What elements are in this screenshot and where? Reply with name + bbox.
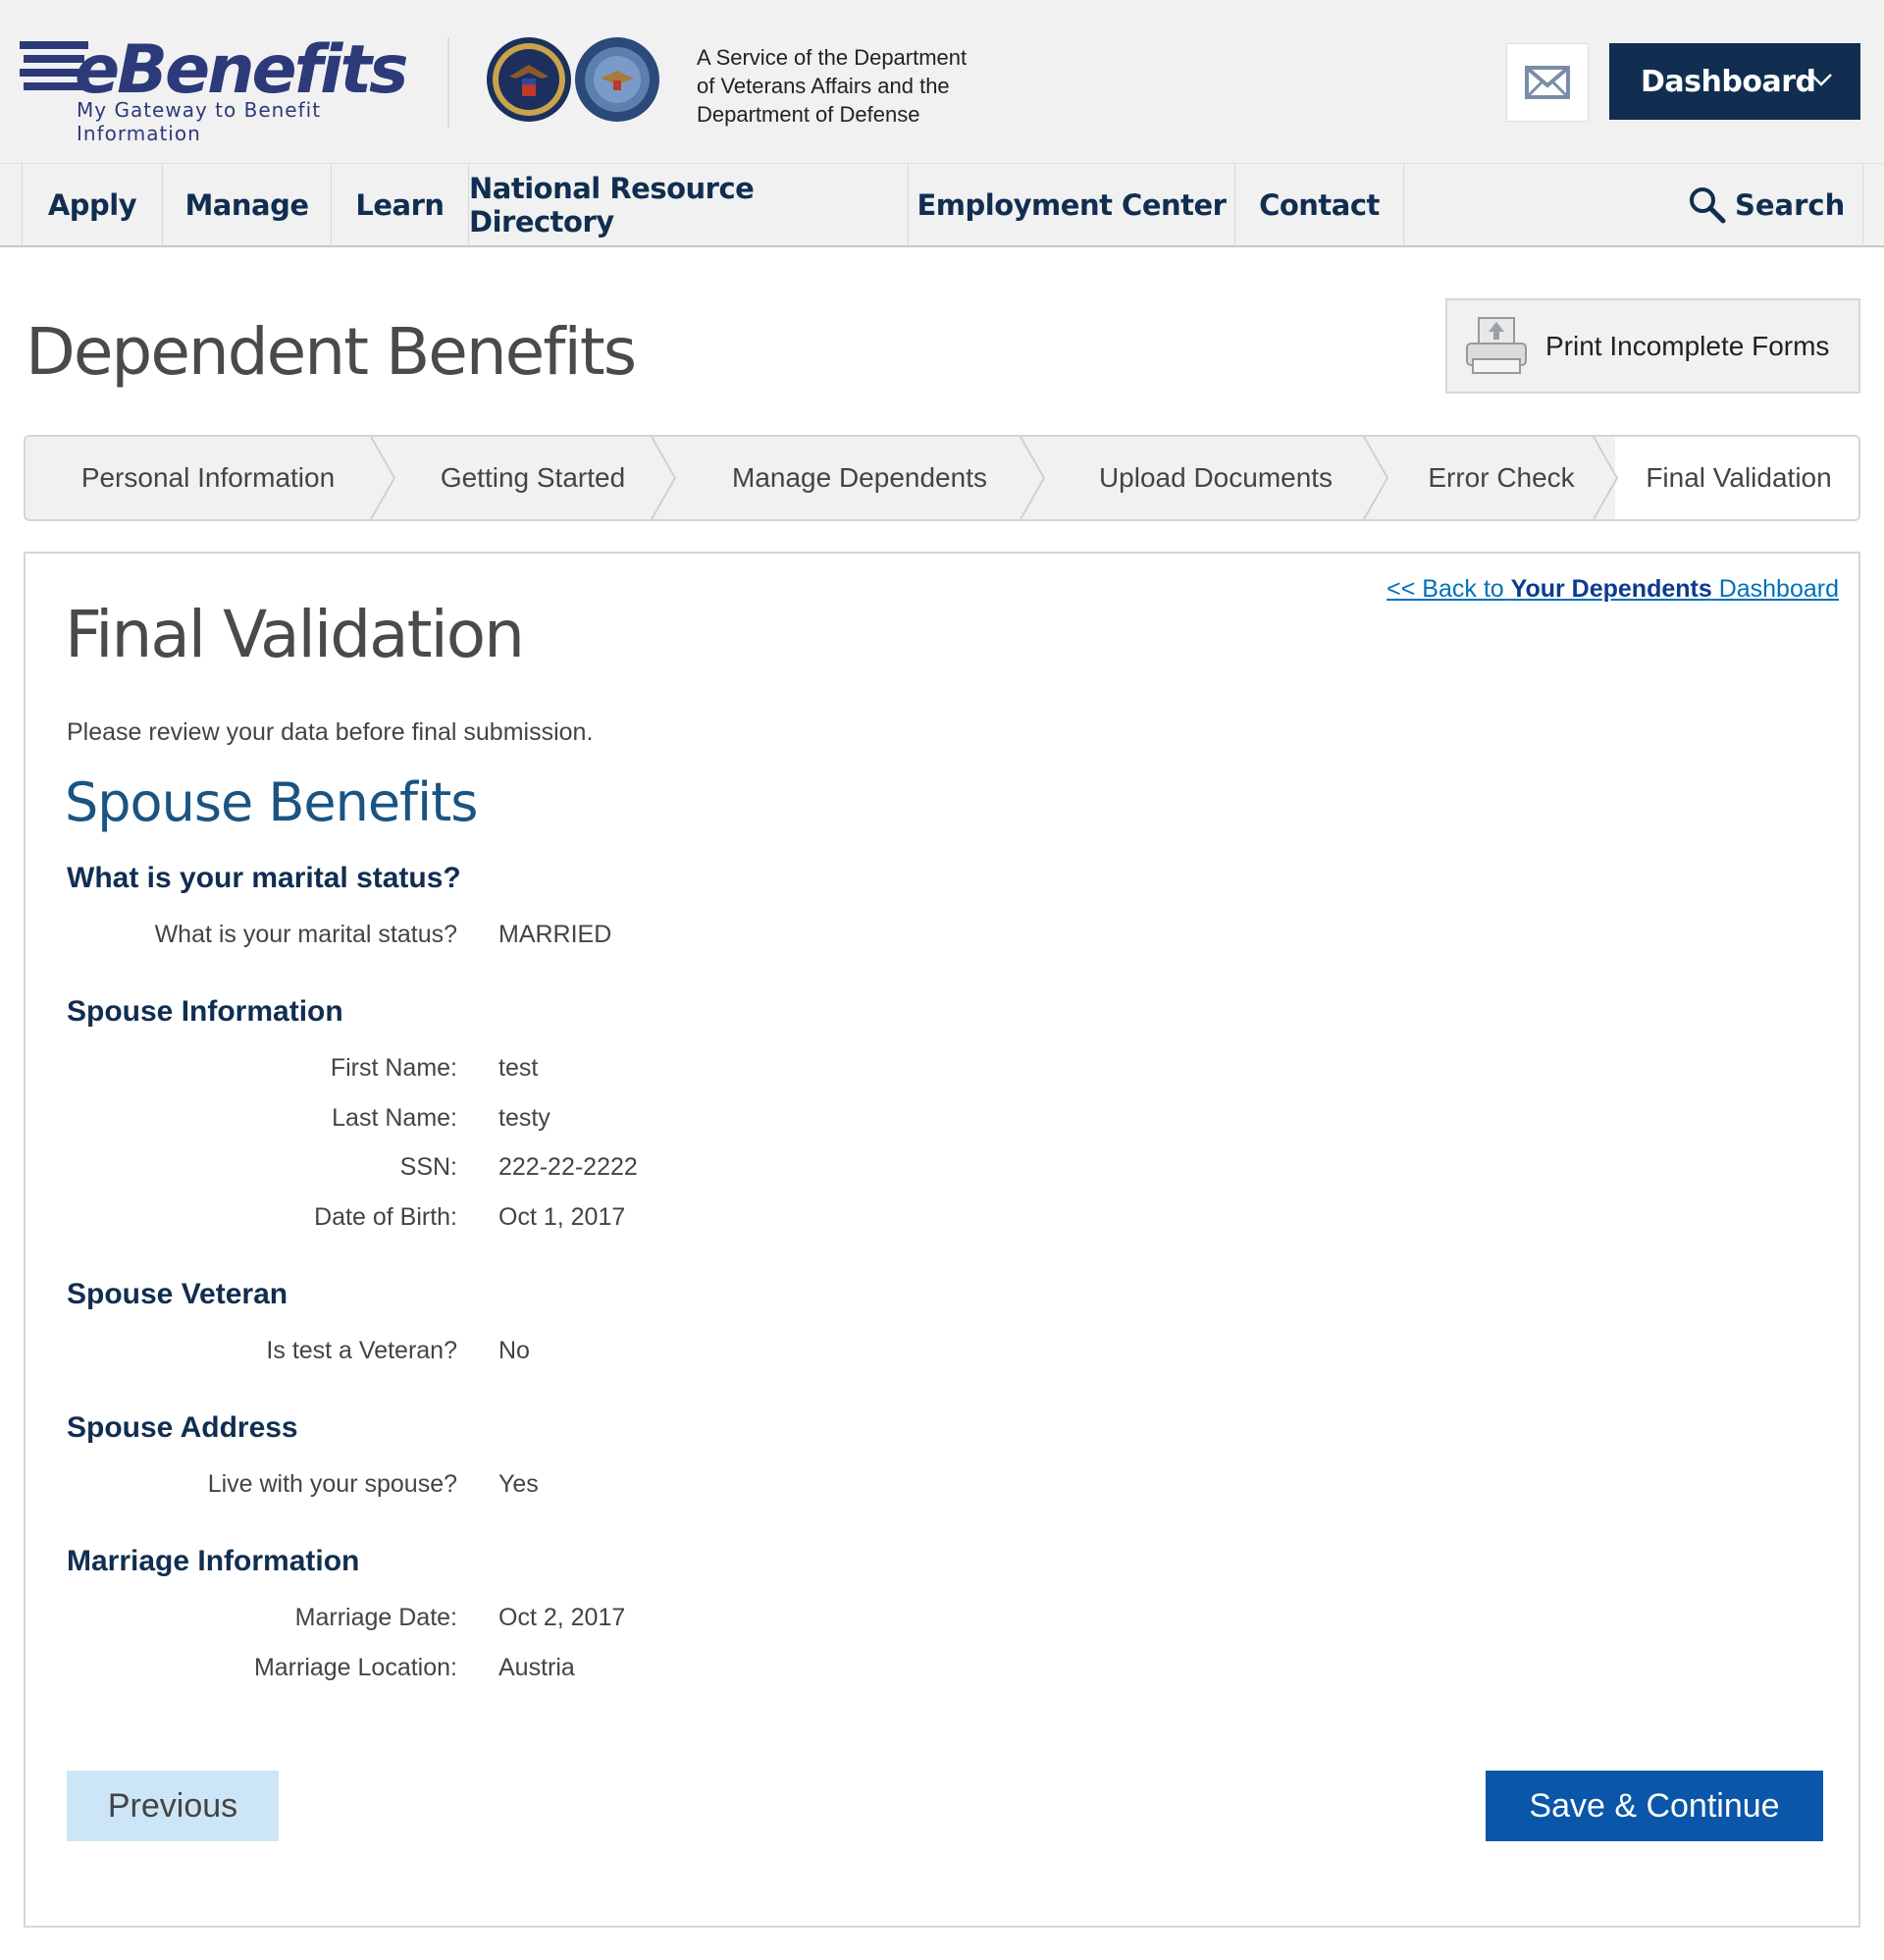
- last-name-value: testy: [498, 1104, 550, 1132]
- back-link-suffix: Dashboard: [1711, 575, 1839, 603]
- date-of-birth-value: Oct 1, 2017: [498, 1203, 626, 1231]
- chevron-down-icon: [1810, 74, 1832, 86]
- step-personal-information[interactable]: Personal Information: [26, 437, 391, 519]
- ebenefits-wordmark: eBenefits: [20, 33, 410, 104]
- step-upload-documents[interactable]: Upload Documents: [1044, 437, 1387, 519]
- is-veteran-value: No: [498, 1337, 530, 1364]
- spouse-address-heading: Spouse Address: [67, 1411, 298, 1444]
- nav-item-contact[interactable]: Contact: [1235, 164, 1404, 246]
- service-line-3: Department of Defense: [697, 102, 920, 127]
- step-separator: [370, 437, 396, 519]
- back-link-prefix: << Back to: [1387, 575, 1511, 603]
- first-name-label: First Name:: [330, 1054, 457, 1082]
- section-title: Final Validation: [65, 597, 525, 672]
- marriage-location-value: Austria: [498, 1654, 575, 1681]
- marriage-date-label: Marriage Date:: [294, 1604, 457, 1631]
- search-icon: [1690, 187, 1726, 224]
- spouse-benefits-heading: Spouse Benefits: [65, 771, 478, 833]
- service-line-2: of Veterans Affairs and the: [697, 74, 950, 98]
- is-veteran-label: Is test a Veteran?: [266, 1337, 457, 1364]
- nav-item-manage[interactable]: Manage: [163, 164, 332, 246]
- first-name-value: test: [498, 1054, 539, 1082]
- step-separator: [1592, 437, 1619, 519]
- spouse-veteran-heading: Spouse Veteran: [67, 1278, 288, 1310]
- live-with-spouse-label: Live with your spouse?: [207, 1470, 457, 1498]
- service-line-1: A Service of the Department: [697, 45, 968, 70]
- save-continue-button[interactable]: Save & Continue: [1486, 1771, 1823, 1841]
- back-link-bold: Your Dependents: [1510, 575, 1712, 603]
- search-label: Search: [1735, 188, 1846, 222]
- ssn-value: 222-22-2222: [498, 1153, 638, 1181]
- live-with-spouse-value: Yes: [498, 1470, 539, 1498]
- nav-item-learn[interactable]: Learn: [332, 164, 469, 246]
- mail-icon: [1525, 66, 1570, 99]
- marriage-location-label: Marriage Location:: [253, 1654, 457, 1681]
- svg-text:eBenefits: eBenefits: [75, 33, 407, 104]
- nav-item-employment-center[interactable]: Employment Center: [909, 164, 1235, 246]
- page-title: Dependent Benefits: [26, 314, 637, 390]
- nav-item-national-resource-directory[interactable]: National Resource Directory: [469, 164, 909, 246]
- service-statement: A Service of the Department of Veterans …: [697, 43, 1030, 129]
- step-final-validation[interactable]: Final Validation: [1615, 437, 1858, 519]
- marriage-information-heading: Marriage Information: [67, 1545, 360, 1577]
- ebenefits-logo[interactable]: eBenefits My Gateway to Benefit Informat…: [20, 33, 412, 145]
- step-separator: [1020, 437, 1046, 519]
- step-separator: [1363, 437, 1389, 519]
- printer-icon: [1466, 316, 1527, 374]
- marital-status-value: MARRIED: [498, 921, 612, 948]
- intro-text: Please review your data before final sub…: [67, 718, 594, 746]
- step-getting-started[interactable]: Getting Started: [391, 437, 675, 519]
- header-divider: [447, 37, 449, 128]
- date-of-birth-label: Date of Birth:: [314, 1203, 457, 1231]
- last-name-label: Last Name:: [332, 1104, 457, 1132]
- messages-button[interactable]: [1506, 43, 1589, 122]
- site-header: eBenefits My Gateway to Benefit Informat…: [0, 0, 1884, 163]
- ssn-label: SSN:: [399, 1153, 457, 1181]
- final-validation-panel: << Back to Your Dependents Dashboard Fin…: [24, 552, 1860, 1928]
- back-to-dashboard-link[interactable]: << Back to Your Dependents Dashboard: [1387, 575, 1839, 604]
- dashboard-menu-button[interactable]: Dashboard: [1609, 43, 1860, 120]
- logo-tagline: My Gateway to Benefit Information: [77, 98, 322, 145]
- nav-search-button[interactable]: Search: [1688, 164, 1845, 246]
- nav-divider: [1862, 164, 1863, 246]
- progress-steps: Personal Information Getting Started Man…: [24, 435, 1860, 521]
- previous-button[interactable]: Previous: [67, 1771, 279, 1841]
- va-seal-icon: [487, 37, 571, 122]
- print-label: Print Incomplete Forms: [1545, 330, 1830, 361]
- nav-item-apply[interactable]: Apply: [23, 164, 163, 246]
- marital-status-label: What is your marital status?: [154, 921, 457, 948]
- main-navigation: Apply Manage Learn National Resource Dir…: [0, 163, 1884, 247]
- marriage-date-value: Oct 2, 2017: [498, 1604, 626, 1631]
- step-manage-dependents[interactable]: Manage Dependents: [675, 437, 1044, 519]
- spouse-information-heading: Spouse Information: [67, 995, 343, 1028]
- dod-seal-icon: [575, 37, 659, 122]
- dashboard-label: Dashboard: [1641, 64, 1816, 99]
- print-incomplete-forms-button[interactable]: Print Incomplete Forms: [1445, 298, 1860, 394]
- step-separator: [651, 437, 677, 519]
- marital-status-heading: What is your marital status?: [67, 862, 461, 894]
- step-error-check[interactable]: Error Check: [1387, 437, 1615, 519]
